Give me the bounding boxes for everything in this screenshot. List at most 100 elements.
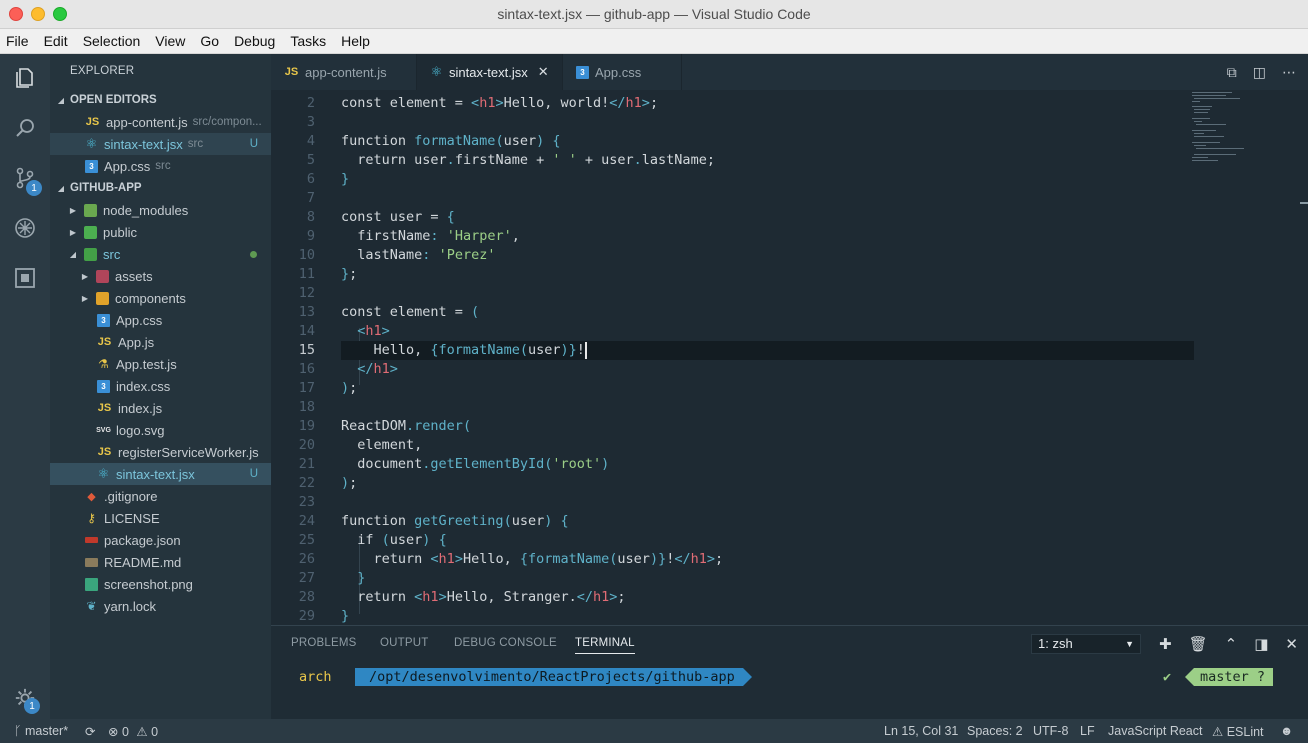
license-file-icon: ⚷ [87,511,96,525]
window-controls [9,7,67,21]
title-bar: sintax-text.jsx — github-app — Visual St… [0,0,1308,29]
tree-file[interactable]: ❦ yarn.lock [50,595,271,617]
menu-file[interactable]: File [6,33,29,49]
explorer-icon[interactable] [11,64,39,92]
open-editor-item[interactable]: ⚛ sintax-text.jsx src U [50,133,271,155]
trash-icon[interactable]: 🗑 [1189,635,1208,653]
menu-selection[interactable]: Selection [83,33,141,49]
tree-file[interactable]: JS index.js [50,397,271,419]
tab-debug-console[interactable]: DEBUG CONSOLE [454,637,557,649]
tree-file[interactable]: screenshot.png [50,573,271,595]
code-line: 16 </h1> [298,361,398,377]
open-preview-icon[interactable]: ⧉ [1227,64,1237,81]
activity-bar: 1 1 [0,54,50,719]
tab-app-content[interactable]: JS app-content.js [271,54,417,90]
terminal-prompt-user: arch [299,669,332,685]
tab-app-css[interactable]: 3 App.css [563,54,682,90]
caret-down-icon: ◢ [57,95,65,105]
split-editor-icon[interactable]: ◫ [1253,64,1266,81]
css-file-icon: 3 [85,159,98,173]
code-line: 22); [298,475,358,491]
code-line: 17); [298,380,358,396]
minimap[interactable] [1192,90,1272,170]
status-bar: ᚴ master* ⟳ ⊗ 0 ⚠ 0 Ln 15, Col 31 Spaces… [0,719,1308,743]
bottom-panel: PROBLEMS OUTPUT DEBUG CONSOLE TERMINAL 1… [271,625,1308,719]
maximize-window-button[interactable] [53,7,67,21]
menu-edit[interactable]: Edit [44,33,68,49]
problems-status[interactable]: ⊗ 0 ⚠ 0 [108,724,158,739]
javascript-file-icon: JS [97,402,112,414]
close-window-button[interactable] [9,7,23,21]
eslint-status[interactable]: ⚠ ESLint [1212,724,1264,739]
tree-file[interactable]: README.md [50,551,271,573]
tree-file[interactable]: ⚛ sintax-text.jsx U [50,463,271,485]
tree-file[interactable]: SVG logo.svg [50,419,271,441]
tab-output[interactable]: OUTPUT [380,637,428,649]
tree-file[interactable]: 3 index.css [50,375,271,397]
open-editor-item[interactable]: JS app-content.js src/compon... [50,111,271,133]
svg-file-icon: SVG [96,426,111,434]
extensions-icon[interactable] [11,264,39,292]
encoding[interactable]: UTF-8 [1033,724,1068,738]
more-actions-icon[interactable]: ⋯ [1282,64,1296,81]
tree-file[interactable]: JS registerServiceWorker.js [50,441,271,463]
tree-folder[interactable]: ▶ node_modules [50,199,271,221]
tree-folder[interactable]: ◢ src [50,243,271,265]
caret-right-icon: ▶ [69,205,77,215]
code-line: 26 return <h1>Hello, {formatName(user)}!… [298,551,724,567]
editor-actions: ⧉ ◫ ⋯ [1227,64,1296,81]
explorer-sidebar: EXPLORER ◢ OPEN EDITORS JS app-content.j… [50,54,271,719]
tree-file[interactable]: ⚷ LICENSE [50,507,271,529]
tab-problems[interactable]: PROBLEMS [291,637,357,649]
open-editors-header[interactable]: ◢ OPEN EDITORS [50,89,271,111]
close-icon[interactable]: ✕ [538,64,549,80]
panel-actions: ✚ 🗑 ⌃ ◨ ✕ [1159,635,1298,653]
debug-icon[interactable] [11,214,39,242]
git-branch-status[interactable]: ᚴ master* [14,724,68,738]
tree-folder[interactable]: ▶ public [50,221,271,243]
terminal-selector[interactable]: 1: zsh ▼ [1031,634,1141,654]
untracked-badge: U [249,468,258,480]
tab-sintax-text[interactable]: ⚛ sintax-text.jsx ✕ [417,54,563,90]
menu-debug[interactable]: Debug [234,33,275,49]
caret-right-icon: ▶ [81,271,89,281]
language-mode[interactable]: JavaScript React [1108,724,1202,738]
tree-folder[interactable]: ▶ assets [50,265,271,287]
menu-bar: File Edit Selection View Go Debug Tasks … [0,29,1308,54]
code-line: 12 [298,285,315,301]
code-editor[interactable]: 2 const element = <h1>Hello, world!</h1>;… [271,90,1308,625]
editor-tabs: JS app-content.js ⚛ sintax-text.jsx ✕ 3 … [271,54,1308,90]
cursor-position[interactable]: Ln 15, Col 31 [884,724,958,738]
feedback-smiley-icon[interactable]: ☻ [1280,724,1293,738]
code-line: 14 <h1> [298,323,390,339]
search-icon[interactable] [11,114,39,142]
close-panel-icon[interactable]: ✕ [1285,635,1298,653]
minimize-window-button[interactable] [31,7,45,21]
line-ending[interactable]: LF [1080,724,1095,738]
tree-file[interactable]: JS App.js [50,331,271,353]
project-header[interactable]: ◢ GITHUB-APP [50,177,271,199]
code-line: 7 [306,190,315,206]
menu-go[interactable]: Go [200,33,219,49]
chevron-up-icon[interactable]: ⌃ [1225,635,1238,653]
src-folder-icon [84,247,97,261]
settings-badge: 1 [24,698,40,714]
menu-view[interactable]: View [155,33,185,49]
open-editor-item[interactable]: 3 App.css src [50,155,271,177]
toggle-panel-icon[interactable]: ◨ [1254,635,1268,653]
tree-folder[interactable]: ▶ components [50,287,271,309]
tree-file[interactable]: ⚗ App.test.js [50,353,271,375]
tree-file[interactable]: package.json [50,529,271,551]
git-branch-icon: ᚴ [14,724,22,738]
scrollbar-position-marker[interactable] [1300,202,1308,204]
menu-help[interactable]: Help [341,33,370,49]
indentation[interactable]: Spaces: 2 [967,724,1023,738]
menu-tasks[interactable]: Tasks [290,33,326,49]
tab-terminal[interactable]: TERMINAL [575,637,635,654]
sync-icon[interactable]: ⟳ [85,724,95,739]
tree-file[interactable]: 3 App.css [50,309,271,331]
yarn-file-icon: ❦ [86,599,97,613]
new-terminal-icon[interactable]: ✚ [1159,635,1172,653]
tree-file[interactable]: ◆ .gitignore [50,485,271,507]
code-line: 9 firstName: 'Harper', [306,228,520,244]
